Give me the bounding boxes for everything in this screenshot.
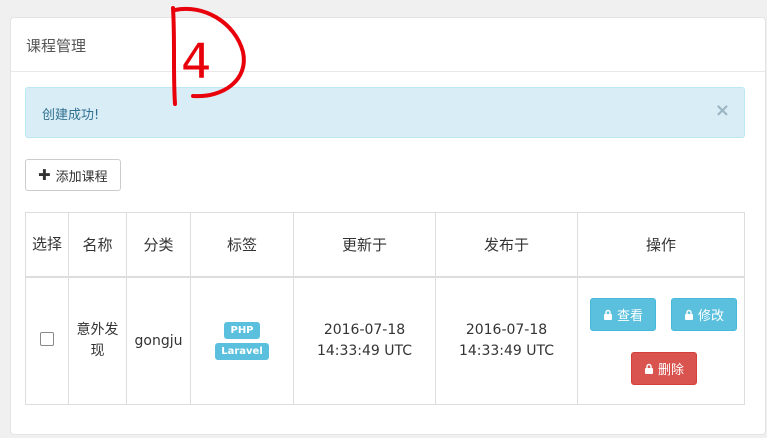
- lock-icon: [604, 309, 612, 320]
- add-course-button[interactable]: ✚ 添加课程: [25, 159, 121, 191]
- add-course-label: 添加课程: [55, 169, 108, 185]
- header-name: 名称: [68, 212, 127, 278]
- view-label: 查看: [617, 309, 644, 324]
- course-panel: 课程管理 创建成功! × ✚ 添加课程 选择 名称 分类 标签 更新于 发布于 …: [10, 17, 766, 435]
- handwritten-number-annotation: 4: [171, 6, 246, 106]
- tag-badge-laravel: Laravel: [215, 343, 269, 360]
- course-table: 选择 名称 分类 标签 更新于 发布于 操作 意外发现 gongju PHP L…: [25, 212, 745, 405]
- panel-heading: 课程管理: [11, 18, 765, 72]
- tag-badge-php: PHP: [224, 322, 260, 339]
- success-alert: 创建成功! ×: [25, 87, 745, 138]
- lock-icon: [685, 309, 693, 320]
- edit-button[interactable]: 修改: [671, 298, 738, 331]
- header-updated: 更新于: [293, 212, 436, 278]
- course-tags-cell: PHP Laravel: [190, 276, 294, 405]
- course-published: 2016-07-18 14:33:49 UTC: [435, 276, 578, 405]
- row-select-cell: [25, 276, 69, 405]
- course-updated: 2016-07-18 14:33:49 UTC: [293, 276, 436, 405]
- svg-text:4: 4: [181, 34, 212, 90]
- delete-label: 删除: [658, 363, 685, 378]
- table-header-row: 选择 名称 分类 标签 更新于 发布于 操作: [25, 212, 745, 278]
- header-actions: 操作: [577, 212, 745, 278]
- delete-button[interactable]: 删除: [631, 352, 698, 385]
- course-name: 意外发现: [68, 276, 127, 405]
- header-tags: 标签: [190, 212, 294, 278]
- header-category: 分类: [126, 212, 191, 278]
- course-category: gongju: [126, 276, 191, 405]
- table-row: 意外发现 gongju PHP Laravel 2016-07-18 14:33…: [25, 276, 745, 405]
- course-actions-cell: 查看 修改 删除: [577, 276, 745, 405]
- plus-icon: ✚: [38, 166, 51, 184]
- view-button[interactable]: 查看: [590, 298, 657, 331]
- header-published: 发布于: [435, 212, 578, 278]
- page-title: 课程管理: [26, 37, 87, 55]
- alert-message: 创建成功!: [42, 108, 100, 123]
- lock-icon: [645, 363, 653, 374]
- edit-label: 修改: [698, 309, 725, 324]
- header-select: 选择: [25, 212, 69, 278]
- close-icon[interactable]: ×: [715, 100, 730, 121]
- row-checkbox[interactable]: [40, 332, 54, 346]
